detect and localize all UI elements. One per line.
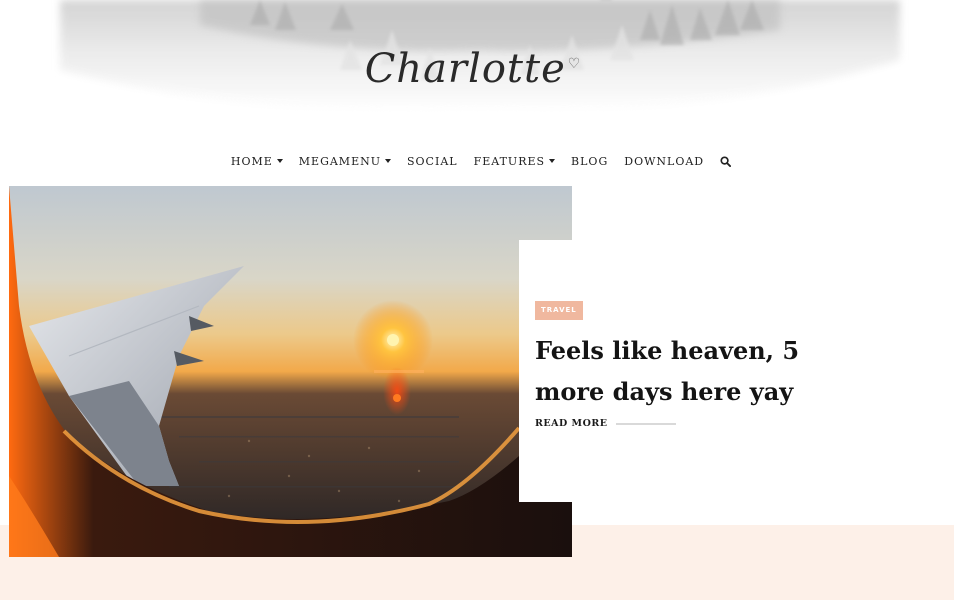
nav-item-label: SOCIAL <box>407 154 458 168</box>
caret-down-icon <box>276 159 283 163</box>
nav-item-label: FEATURES <box>473 154 546 168</box>
nav-item-label: HOME <box>230 154 273 168</box>
nav-item-label: MEGAMENU <box>298 154 381 168</box>
featured-post-card: TRAVEL Feels like heaven, 5 more days he… <box>519 240 819 502</box>
nav-item-download[interactable]: DOWNLOAD <box>624 155 704 168</box>
airplane-window-sunset-image <box>9 186 572 557</box>
heart-icon: ♡ <box>567 56 582 72</box>
site-logo[interactable]: Charlotte ♡ <box>0 46 950 92</box>
nav-item-label: BLOG <box>571 154 609 168</box>
caret-down-icon <box>385 159 391 163</box>
caret-down-icon <box>549 159 556 163</box>
site-header: Charlotte ♡ <box>0 0 954 140</box>
nav-item-blog[interactable]: BLOG <box>571 155 608 168</box>
main-navigation: HOME MEGAMENU SOCIAL FEATURES BLOG DOWNL… <box>0 152 954 170</box>
nav-item-features[interactable]: FEATURES <box>473 154 556 168</box>
logo-text: Charlotte <box>364 46 566 92</box>
nav-item-home[interactable]: HOME <box>231 155 283 168</box>
category-badge[interactable]: TRAVEL <box>535 301 583 320</box>
post-title[interactable]: Feels like heaven, 5 more days here yay <box>535 330 815 412</box>
featured-post-image[interactable] <box>9 186 572 557</box>
nav-item-label: DOWNLOAD <box>624 154 705 168</box>
nav-item-social[interactable]: SOCIAL <box>407 155 458 168</box>
search-icon[interactable] <box>720 155 732 167</box>
nav-item-megamenu[interactable]: MEGAMENU <box>299 155 391 168</box>
read-more-divider <box>616 423 676 425</box>
read-more-link[interactable]: READ MORE <box>535 418 607 429</box>
